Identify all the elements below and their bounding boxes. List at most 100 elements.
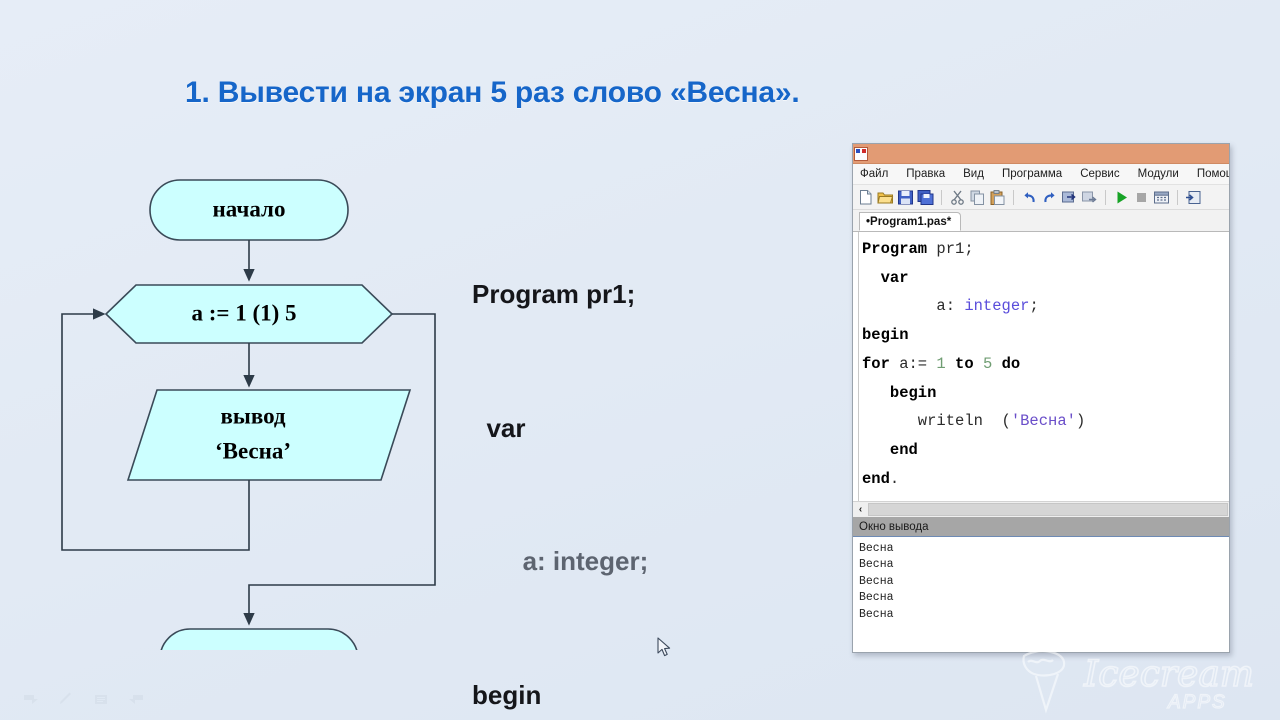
editor-code-line: for a:= 1 to 5 do (862, 350, 1229, 379)
copy-icon[interactable] (969, 189, 986, 206)
output-line: Весна (859, 607, 894, 621)
menu-item-view[interactable]: Вид (963, 168, 984, 180)
build-icon[interactable] (1153, 189, 1170, 206)
redo-icon[interactable] (1041, 189, 1058, 206)
toolbar-separator (941, 189, 942, 205)
tab-program1-pas[interactable]: •Program1.pas* (859, 212, 962, 231)
code-token: a:= (889, 354, 937, 373)
code-line: begin (472, 679, 542, 710)
new-file-icon[interactable] (857, 189, 874, 206)
code-token: ) (1075, 412, 1086, 431)
watermark-sub-text: APPS (1167, 692, 1227, 713)
output-line: Весна (859, 591, 894, 605)
code-token: Program (862, 240, 928, 258)
menu-item-program[interactable]: Программа (1002, 168, 1062, 180)
toolbar-separator (1105, 189, 1106, 205)
menu-item-modules[interactable]: Модули (1138, 168, 1179, 180)
menu-item-service[interactable]: Сервис (1080, 168, 1119, 180)
pascal-code-listing: Program pr1; var a: integer; begin for a… (472, 183, 716, 720)
code-token: to (955, 354, 974, 373)
flow-node-loop-header: a := 1 (1) 5 (104, 284, 394, 344)
editor-code-line: end. (862, 465, 1229, 494)
step-over-icon[interactable] (1081, 189, 1098, 206)
ide-tab-strip: •Program1.pas* (853, 210, 1229, 232)
output-line: Весна (859, 574, 894, 588)
output-line: Весна (859, 558, 894, 572)
flowchart-svg: начало a := 1 (1) 5 вывод ‘Весна’ конец (61, 179, 436, 650)
editor-gutter (853, 232, 859, 501)
stop-icon[interactable] (1133, 189, 1150, 206)
editor-code-line: end (862, 436, 1229, 465)
menu-item-file[interactable]: Файл (860, 168, 888, 180)
output-window-header: Окно вывода (853, 517, 1229, 537)
flow-node-output-label1: вывод (220, 403, 285, 428)
output-line: Весна (859, 542, 894, 555)
undo-icon[interactable] (1021, 189, 1038, 206)
editor-code-line: Program pr1; (862, 235, 1229, 264)
step-into-icon[interactable] (1061, 189, 1078, 206)
menu-icon[interactable] (92, 692, 110, 706)
output-window-body: Весна Весна Весна Весна Весна (853, 537, 1229, 623)
editor-code-line: a: integer; (862, 292, 1229, 321)
menu-item-help[interactable]: Помощь (1197, 168, 1229, 180)
scroll-track[interactable] (868, 503, 1228, 516)
toolbar-separator (1177, 189, 1178, 205)
app-icon (854, 146, 868, 161)
ide-title-bar (853, 144, 1229, 164)
pascalabc-ide-window: Файл Правка Вид Программа Сервис Модули … (852, 143, 1230, 653)
console-icon[interactable] (1185, 189, 1202, 206)
scroll-left-arrow[interactable]: ‹ (853, 502, 868, 517)
editor-code-line: writeln ('Весна') (862, 407, 1229, 436)
code-line: Program pr1; (472, 279, 636, 309)
watermark-main-text: Icecream (1083, 654, 1254, 695)
open-folder-icon[interactable] (877, 189, 894, 206)
code-token: ; (1029, 297, 1039, 316)
flow-node-start: начало (149, 179, 349, 241)
ide-code-editor[interactable]: Program pr1; var a: integer; begin for a:=… (853, 232, 1229, 501)
mouse-cursor (657, 637, 671, 657)
code-line: var (472, 412, 526, 443)
ide-toolbar (853, 185, 1229, 210)
presentation-controls (22, 692, 145, 706)
code-token: begin (889, 383, 937, 402)
code-token: writeln ( (862, 412, 1011, 431)
flowchart-diagram: начало a := 1 (1) 5 вывод ‘Весна’ конец (40, 150, 460, 650)
code-token: . (889, 469, 900, 488)
menu-item-edit[interactable]: Правка (906, 168, 945, 180)
code-token: for (862, 354, 890, 373)
paste-icon[interactable] (989, 189, 1006, 206)
previous-slide-icon[interactable] (22, 692, 40, 706)
code-token: var (880, 268, 909, 287)
code-token: do (1001, 354, 1021, 373)
flow-node-start-label: начало (213, 196, 286, 221)
code-token: 'Весна' (1010, 412, 1076, 431)
code-token: 5 (982, 354, 993, 373)
code-token: begin (862, 326, 909, 345)
save-all-icon[interactable] (917, 189, 934, 206)
next-slide-icon[interactable] (127, 692, 145, 706)
editor-code-line: begin (862, 321, 1229, 350)
ide-menu-bar: Файл Правка Вид Программа Сервис Модули … (853, 164, 1229, 185)
flow-node-end: конец (160, 628, 358, 650)
cut-icon[interactable] (949, 189, 966, 206)
editor-code-line: begin (862, 379, 1229, 408)
run-icon[interactable] (1113, 189, 1130, 206)
editor-horizontal-scrollbar[interactable]: ‹ (853, 501, 1229, 517)
code-token: 1 (936, 354, 946, 373)
flow-node-output: вывод ‘Весна’ (126, 389, 412, 481)
save-icon[interactable] (897, 189, 914, 206)
icecream-cone-icon (1022, 650, 1066, 714)
code-line: a: integer; (472, 546, 649, 576)
code-token: end (862, 469, 890, 488)
code-token: a: (862, 297, 965, 316)
flow-node-output-label2: ‘Весна’ (215, 438, 291, 463)
pen-icon[interactable] (57, 692, 75, 706)
toolbar-separator (1013, 189, 1014, 205)
icecream-apps-watermark: Icecream APPS (1022, 650, 1255, 714)
